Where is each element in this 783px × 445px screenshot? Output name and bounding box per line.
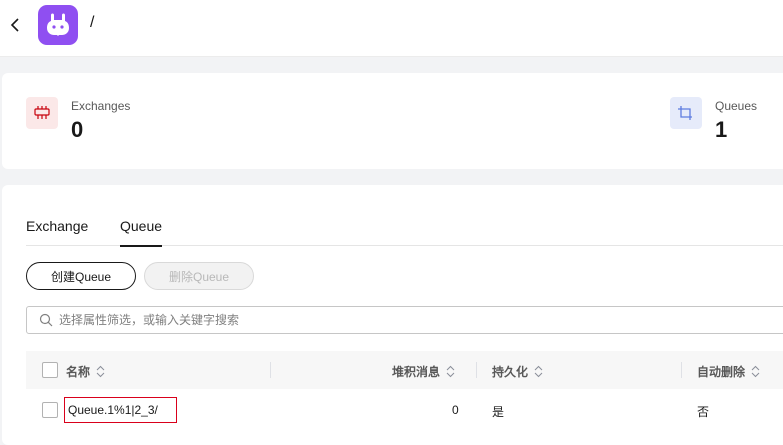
column-header-auto-delete[interactable]: 自动删除 <box>697 363 760 380</box>
search-input[interactable] <box>59 307 759 333</box>
tab-bar: Exchange Queue <box>26 218 783 247</box>
auto-delete-value: 否 <box>697 405 710 419</box>
bunny-logo-icon <box>38 5 78 45</box>
back-button[interactable] <box>6 14 24 36</box>
column-header-name[interactable]: 名称 <box>66 363 105 380</box>
column-divider <box>681 362 682 378</box>
exchanges-label: Exchanges <box>71 99 131 113</box>
column-header-backlog[interactable]: 堆积消息 <box>392 363 455 380</box>
row-checkbox[interactable] <box>42 402 58 418</box>
queue-name-link[interactable]: Queue.1%1|2_3/ <box>64 397 177 423</box>
sort-icon <box>96 365 105 378</box>
page-header: / <box>0 0 783 57</box>
queues-count: 1 <box>715 117 728 142</box>
chevron-left-icon <box>10 18 19 32</box>
table-header: 名称 堆积消息 持久化 自动删除 <box>26 351 783 389</box>
column-header-durable[interactable]: 持久化 <box>492 363 543 380</box>
stats-card: Exchanges 0 Queues 1 <box>2 73 783 169</box>
column-backlog-label: 堆积消息 <box>392 365 441 379</box>
exchanges-count: 0 <box>71 117 84 142</box>
exchange-icon <box>26 97 58 129</box>
delete-queue-button[interactable]: 删除Queue <box>144 262 254 290</box>
backlog-value: 0 <box>452 403 459 417</box>
vhost-name: / <box>90 14 95 31</box>
sort-icon <box>446 365 455 378</box>
tab-queue[interactable]: Queue <box>120 218 163 247</box>
column-name-label: 名称 <box>66 365 91 379</box>
column-divider <box>270 362 271 378</box>
column-durable-label: 持久化 <box>492 365 529 379</box>
queue-panel: Exchange Queue 创建Queue 删除Queue 名称 堆积消息 <box>2 185 783 445</box>
table-row: Queue.1%1|2_3/ 0 是 否 <box>26 389 783 431</box>
sort-icon <box>534 365 543 378</box>
tab-exchange[interactable]: Exchange <box>26 218 88 246</box>
queue-icon <box>670 97 702 129</box>
create-queue-button[interactable]: 创建Queue <box>26 262 136 290</box>
sort-icon <box>751 365 760 378</box>
column-divider <box>476 362 477 378</box>
durable-value: 是 <box>492 405 505 419</box>
select-all-checkbox[interactable] <box>42 362 58 378</box>
queues-label: Queues <box>715 99 758 113</box>
search-box[interactable] <box>26 306 783 334</box>
search-icon <box>39 313 53 327</box>
column-auto-delete-label: 自动删除 <box>697 365 746 379</box>
